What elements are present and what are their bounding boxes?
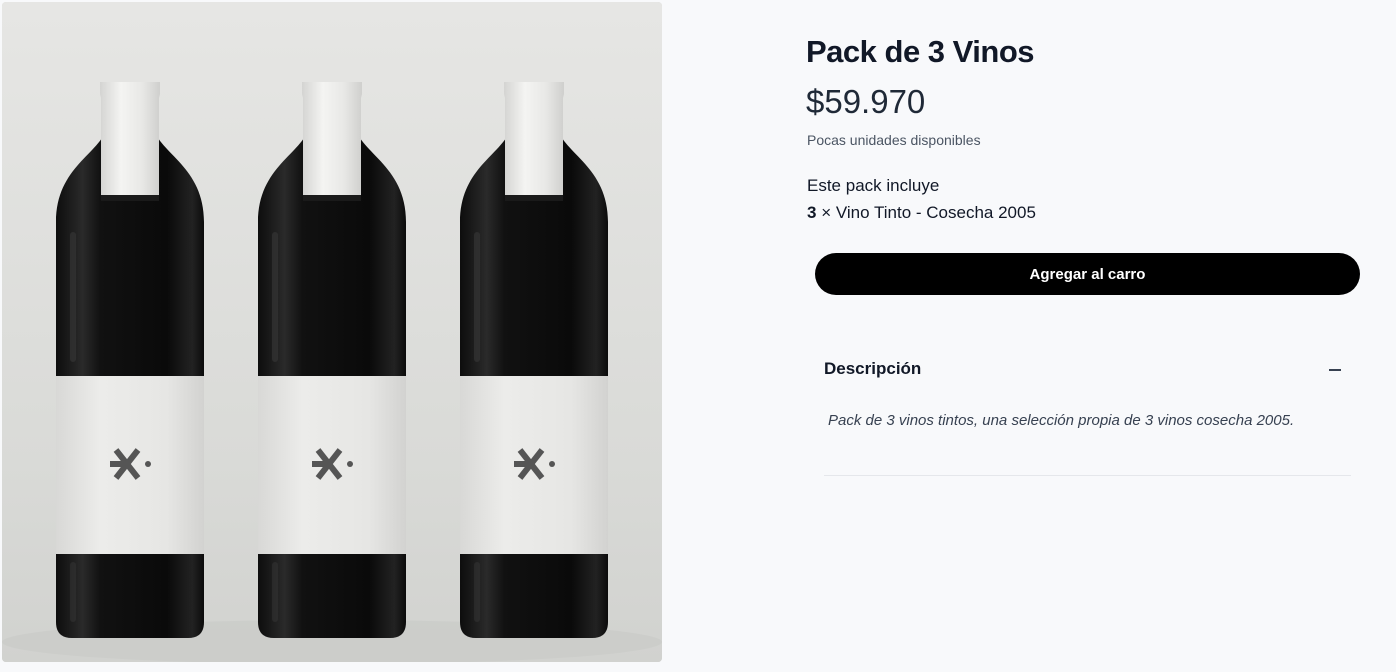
minus-icon[interactable] — [1329, 369, 1341, 371]
pack-item-name: Vino Tinto - Cosecha 2005 — [835, 203, 1036, 222]
pack-item-quantity: 3 — [807, 203, 817, 222]
add-to-cart-button[interactable]: Agregar al carro — [815, 253, 1360, 295]
description-accordion-header[interactable]: Descripción — [824, 350, 1351, 388]
stock-note: Pocas unidades disponibles — [807, 132, 981, 148]
pack-includes-heading: Este pack incluye — [807, 176, 940, 195]
product-page: Pack de 3 Vinos $59.970 Pocas unidades d… — [0, 0, 1396, 672]
description-text: Pack de 3 vinos tintos, una selección pr… — [828, 412, 1295, 429]
pack-item: 3 × Vino Tinto - Cosecha 2005 — [807, 203, 1036, 223]
product-price: $59.970 — [806, 83, 926, 120]
description-accordion: Descripción Pack de 3 vinos tintos, una … — [824, 350, 1351, 476]
product-title: Pack de 3 Vinos — [806, 34, 1035, 69]
description-title: Descripción — [824, 359, 922, 378]
pack-item-separator: × — [821, 203, 832, 222]
product-image[interactable] — [2, 2, 662, 662]
wine-bottles-illustration — [2, 2, 662, 662]
